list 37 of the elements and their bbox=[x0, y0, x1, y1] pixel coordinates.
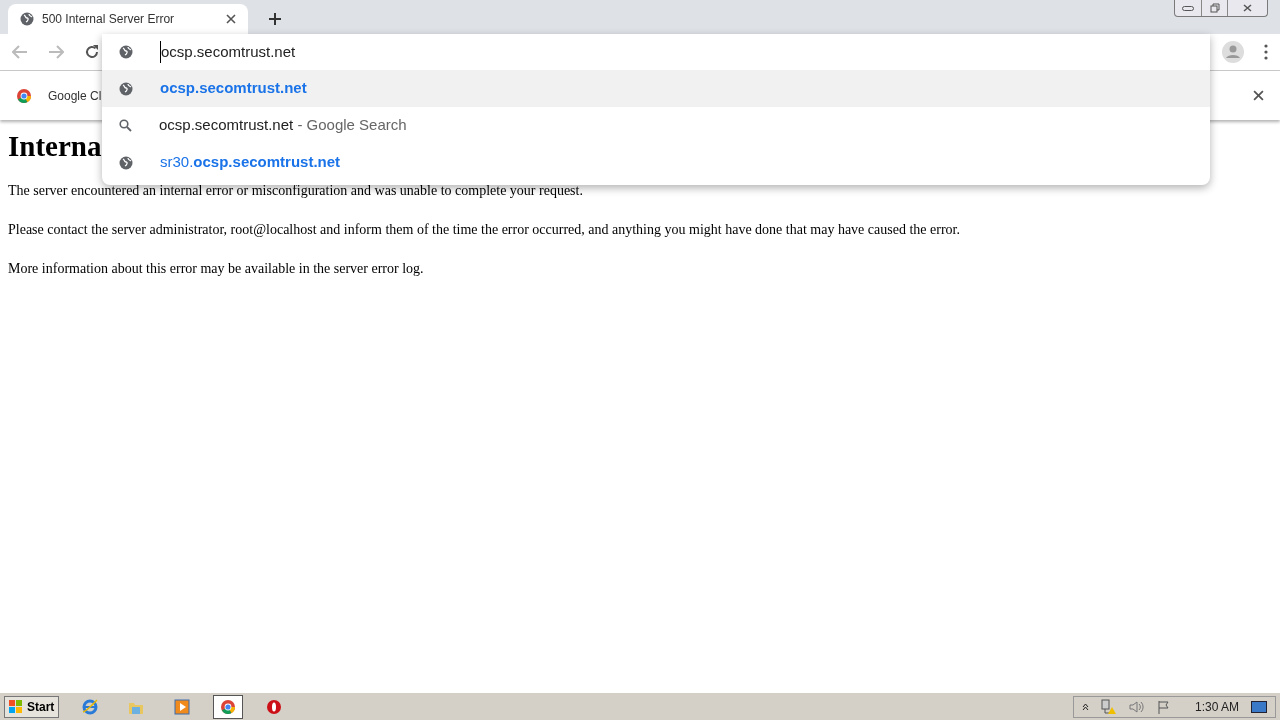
globe-icon bbox=[119, 155, 133, 170]
restore-icon bbox=[1209, 3, 1220, 13]
close-icon bbox=[1243, 4, 1252, 12]
browser-tab[interactable]: 500 Internal Server Error bbox=[8, 4, 248, 34]
clock[interactable]: 1:30 AM bbox=[1194, 697, 1239, 716]
menu-icon[interactable] bbox=[1264, 44, 1268, 60]
error-paragraph: More information about this error may be available in the server error log. bbox=[8, 260, 424, 278]
reload-icon[interactable] bbox=[84, 44, 100, 60]
close-icon[interactable] bbox=[226, 14, 236, 24]
suggestion-item[interactable]: ocsp.secomtrust.net bbox=[102, 70, 1210, 107]
media-player-icon bbox=[173, 697, 192, 716]
browser-icon bbox=[81, 697, 100, 716]
chrome-icon bbox=[220, 698, 237, 715]
speaker-icon[interactable] bbox=[1128, 699, 1145, 714]
infobar-text: Google Cl bbox=[48, 87, 102, 105]
close-icon[interactable] bbox=[1253, 90, 1264, 101]
chrome-icon bbox=[16, 87, 32, 104]
suggestion-item[interactable]: ocsp.secomtrust.net - Google Search bbox=[102, 107, 1210, 144]
chevron-up-icon[interactable] bbox=[1081, 702, 1089, 711]
taskbar-app[interactable] bbox=[213, 694, 244, 719]
network-warning-icon[interactable] bbox=[1100, 698, 1117, 715]
suggestion-item[interactable]: sr30.ocsp.secomtrust.net bbox=[102, 144, 1210, 181]
globe-icon bbox=[20, 12, 34, 26]
new-tab-icon[interactable] bbox=[268, 12, 282, 26]
globe-icon bbox=[119, 81, 133, 96]
windows-logo-icon bbox=[9, 699, 23, 714]
page-heading: Interna bbox=[8, 129, 102, 164]
profile-icon[interactable] bbox=[1222, 41, 1244, 63]
search-icon bbox=[119, 119, 132, 132]
error-paragraph: Please contact the server administrator, root@localhost and inform them of the time the error occurred, and anything you might have done that may have caused the error. bbox=[8, 221, 960, 239]
error-paragraph: The server encountered an internal error or misconfiguration and was unable to complete your request. bbox=[8, 182, 583, 200]
show-desktop-icon[interactable] bbox=[1251, 700, 1267, 713]
globe-icon bbox=[119, 45, 133, 59]
flag-icon[interactable] bbox=[1156, 699, 1171, 714]
address-field[interactable]: ocsp.secomtrust.net bbox=[102, 34, 1210, 70]
start-button[interactable]: Start bbox=[4, 695, 60, 718]
opera-icon bbox=[265, 697, 284, 716]
